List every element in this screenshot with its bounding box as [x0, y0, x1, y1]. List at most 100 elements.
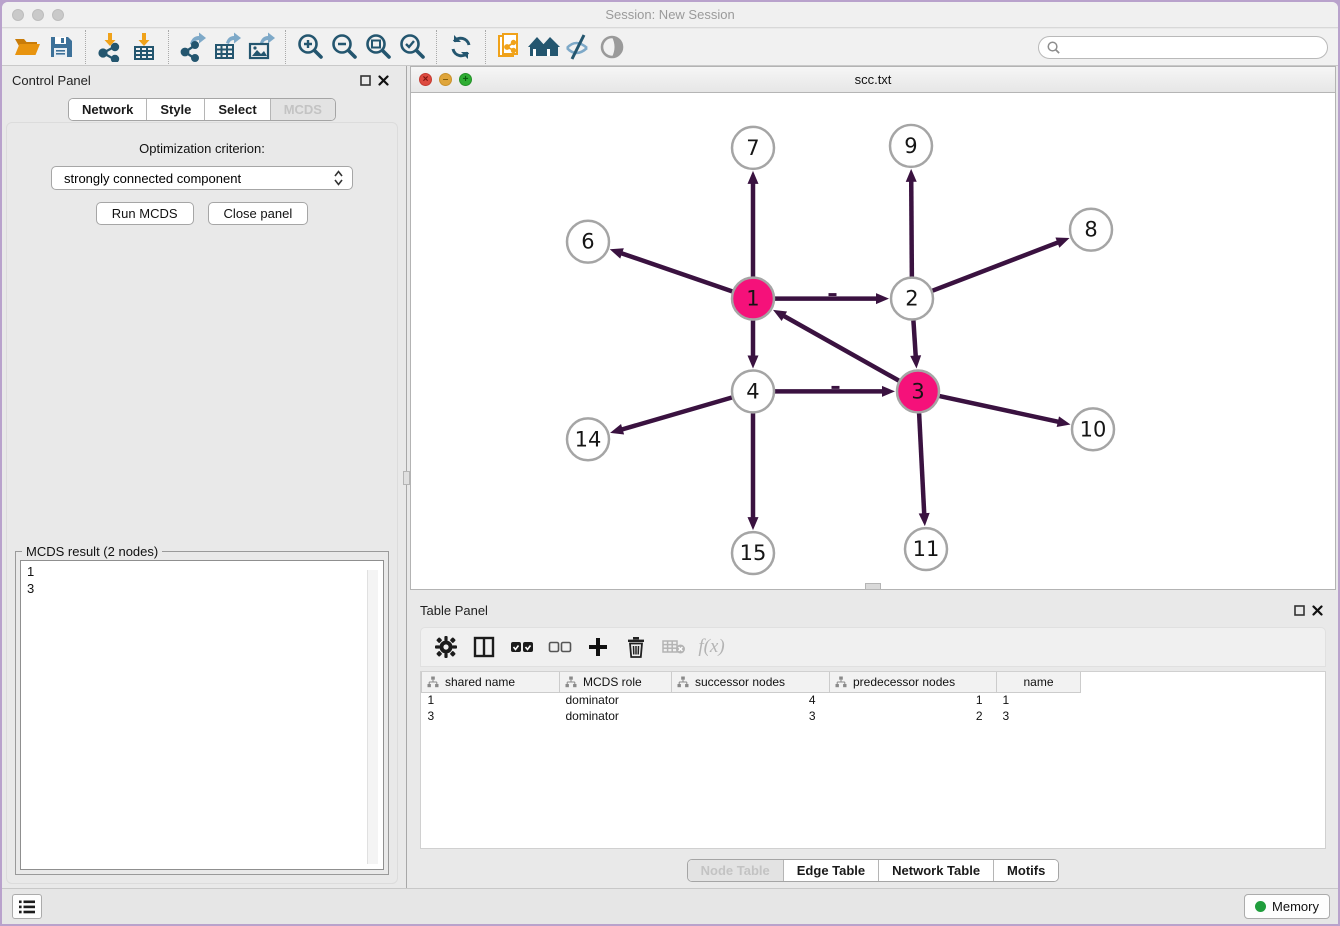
float-panel-icon[interactable] [356, 71, 374, 89]
window-titlebar: Session: New Session [2, 2, 1338, 28]
network-window-titlebar: × – + scc.txt [411, 67, 1335, 93]
column-type-icon [677, 676, 689, 688]
show-all-icon[interactable] [595, 31, 629, 63]
column-type-icon [565, 676, 577, 688]
delete-table-icon[interactable] [657, 631, 690, 663]
graph-edge-2-8[interactable] [933, 242, 1061, 291]
tab-select[interactable]: Select [204, 99, 269, 120]
function-builder-icon[interactable]: f(x) [695, 631, 728, 663]
column-header-name[interactable]: name [997, 672, 1081, 692]
search-input[interactable] [1066, 41, 1327, 55]
export-network-icon[interactable] [176, 31, 210, 63]
show-columns-icon[interactable] [467, 631, 500, 663]
graph-node-label: 14 [575, 427, 602, 451]
graph-node-label: 7 [746, 136, 759, 160]
graph-edge-3-10[interactable] [939, 396, 1060, 422]
tab-mcds[interactable]: MCDS [270, 99, 335, 120]
table-toolbar: f(x) [420, 627, 1326, 667]
graph-edge-2-3[interactable] [913, 320, 915, 358]
mcds-result-line: 3 [27, 580, 377, 597]
graph-edge-4-14[interactable] [620, 398, 732, 431]
search-icon [1046, 40, 1061, 55]
refresh-view-icon[interactable] [444, 31, 478, 63]
column-type-icon [835, 676, 847, 688]
network-canvas[interactable]: 7968124314101511 [411, 93, 1335, 589]
run-mcds-button[interactable]: Run MCDS [96, 202, 194, 225]
select-all-icon[interactable] [505, 631, 538, 663]
zoom-fit-icon[interactable] [361, 31, 395, 63]
splitter-grip[interactable] [403, 471, 410, 485]
save-session-icon[interactable] [44, 31, 78, 63]
graph-edge-3-1[interactable] [782, 315, 899, 381]
main-toolbar [2, 29, 1338, 66]
open-folder-icon[interactable] [10, 31, 44, 63]
graph-node-label: 15 [740, 541, 767, 565]
tab-network[interactable]: Network [69, 99, 146, 120]
network-resize-grip[interactable] [865, 583, 881, 590]
node-table: shared name MCDS role successor nodes pr… [420, 671, 1326, 849]
graph-node-label: 4 [746, 379, 759, 403]
tab-network-table[interactable]: Network Table [878, 860, 993, 881]
mcds-result-line: 1 [27, 563, 377, 580]
float-table-panel-icon[interactable] [1290, 601, 1308, 619]
graph-node-label: 6 [581, 230, 594, 254]
graph-edge-arrow [748, 171, 759, 184]
deselect-all-icon[interactable] [543, 631, 576, 663]
toolbar-separator [85, 30, 86, 64]
import-network-icon[interactable] [93, 31, 127, 63]
tab-motifs[interactable]: Motifs [993, 860, 1058, 881]
zoom-in-icon[interactable] [293, 31, 327, 63]
graph-edge-3-11[interactable] [919, 413, 924, 516]
delete-rows-icon[interactable] [619, 631, 652, 663]
result-scrollbar[interactable] [367, 570, 378, 864]
column-header-mcds-role[interactable]: MCDS role [560, 672, 672, 692]
task-history-button[interactable] [12, 894, 42, 919]
toolbar-separator [168, 30, 169, 64]
tab-node-table[interactable]: Node Table [688, 860, 783, 881]
graph-node-label: 9 [904, 134, 917, 158]
zoom-selected-icon[interactable] [395, 31, 429, 63]
close-panel-button[interactable]: Close panel [208, 202, 309, 225]
graph-edge-2-9[interactable] [911, 179, 912, 277]
list-icon [18, 899, 36, 915]
control-panel-tabs: Network Style Select MCDS [2, 98, 402, 121]
export-table-icon[interactable] [210, 31, 244, 63]
criterion-select[interactable]: strongly connected component [51, 166, 353, 190]
graph-edge-arrow [748, 355, 759, 368]
network-window-title: scc.txt [411, 72, 1335, 87]
graph-edge-arrow [906, 169, 917, 182]
table-row[interactable]: 1 dominator 4 1 1 [422, 692, 1081, 708]
window-title: Session: New Session [2, 7, 1338, 22]
toolbar-separator [285, 30, 286, 64]
search-box[interactable] [1038, 36, 1328, 59]
mcds-result-group: MCDS result (2 nodes) 1 3 [15, 551, 389, 875]
close-panel-icon[interactable] [374, 71, 392, 89]
panel-splitter[interactable] [402, 66, 410, 888]
new-network-from-selection-icon[interactable] [493, 31, 527, 63]
add-row-icon[interactable] [581, 631, 614, 663]
table-row[interactable]: 3 dominator 3 2 3 [422, 708, 1081, 724]
column-header-shared-name[interactable]: shared name [422, 672, 560, 692]
mcds-result-text[interactable]: 1 3 [20, 560, 384, 870]
toolbar-separator [485, 30, 486, 64]
export-image-icon[interactable] [244, 31, 278, 63]
zoom-out-icon[interactable] [327, 31, 361, 63]
graph-node-label: 8 [1084, 218, 1097, 242]
graph-node-label: 2 [905, 287, 918, 311]
column-header-successor-nodes[interactable]: successor nodes [672, 672, 830, 692]
table-header-row: shared name MCDS role successor nodes pr… [422, 672, 1081, 692]
column-header-predecessor-nodes[interactable]: predecessor nodes [830, 672, 997, 692]
close-table-panel-icon[interactable] [1308, 601, 1326, 619]
first-neighbors-icon[interactable] [527, 31, 561, 63]
hide-selected-icon[interactable] [561, 31, 595, 63]
table-tabs: Node Table Edge Table Network Table Moti… [410, 859, 1336, 882]
import-table-icon[interactable] [127, 31, 161, 63]
network-view-window: × – + scc.txt 7968124314101511 [410, 66, 1336, 590]
table-panel-title: Table Panel [420, 603, 1290, 618]
tab-style[interactable]: Style [146, 99, 204, 120]
graph-edge-1-6[interactable] [619, 252, 732, 291]
tab-edge-table[interactable]: Edge Table [783, 860, 878, 881]
graph-node-label: 1 [746, 287, 759, 311]
memory-button[interactable]: Memory [1244, 894, 1330, 919]
table-settings-icon[interactable] [429, 631, 462, 663]
